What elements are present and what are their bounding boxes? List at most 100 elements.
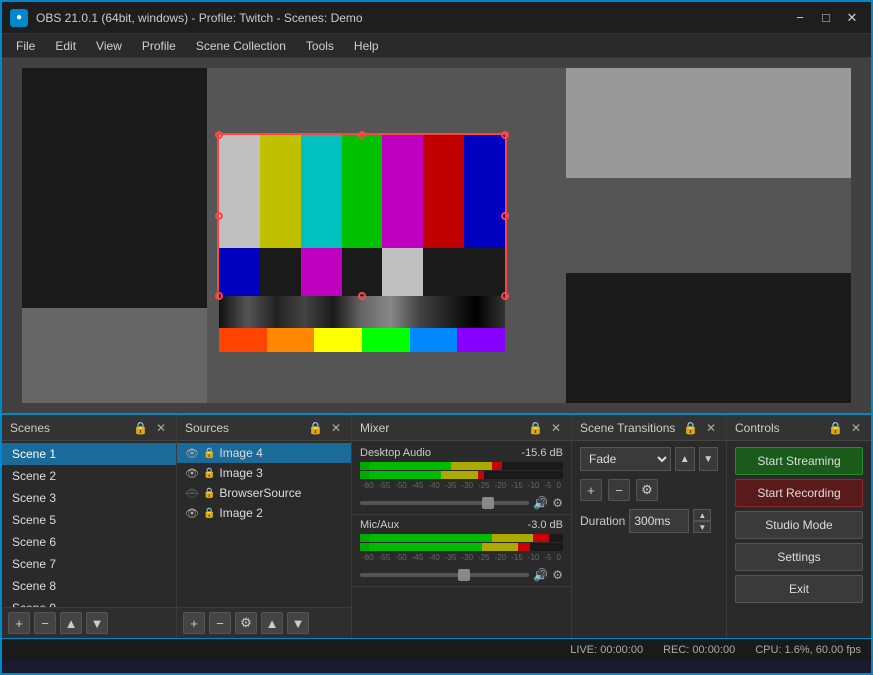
source-label-image2: Image 2	[219, 506, 262, 520]
source-item-image3[interactable]: 👁 🔒 Image 3	[177, 463, 351, 483]
menu-profile[interactable]: Profile	[132, 34, 186, 57]
title-bar: ● OBS 21.0.1 (64bit, windows) - Profile:…	[2, 2, 871, 34]
scenes-remove-button[interactable]: −	[34, 612, 56, 634]
scene-item-9[interactable]: Scene 9	[2, 597, 176, 607]
scene-item-8[interactable]: Scene 8	[2, 575, 176, 597]
sources-add-button[interactable]: +	[183, 612, 205, 634]
lock-icon-image3: 🔒	[203, 468, 215, 479]
sources-footer: + − ⚙ ▲ ▼	[177, 607, 351, 638]
desktop-audio-settings-button[interactable]: ⚙	[552, 496, 563, 510]
duration-input[interactable]	[629, 509, 689, 533]
selection-handle-br[interactable]	[501, 292, 509, 300]
transition-select[interactable]: Fade Cut Swipe Slide Stinger Luma Wipe	[580, 447, 671, 471]
desktop-audio-fader[interactable]	[360, 501, 529, 505]
transition-next-button[interactable]: ▼	[699, 447, 719, 471]
scene-item-6[interactable]: Scene 6	[2, 531, 176, 553]
scenes-up-button[interactable]: ▲	[60, 612, 82, 634]
menu-view[interactable]: View	[86, 34, 132, 57]
maximize-button[interactable]: □	[815, 7, 837, 29]
controls-content: Start Streaming Start Recording Studio M…	[727, 441, 871, 638]
duration-down-button[interactable]: ▼	[693, 521, 711, 533]
controls-close-button[interactable]: ✕	[849, 421, 863, 435]
studio-mode-button[interactable]: Studio Mode	[735, 511, 863, 539]
selection-handle-tm[interactable]	[358, 131, 366, 139]
settings-button[interactable]: Settings	[735, 543, 863, 571]
desktop-audio-mute-button[interactable]: 🔊	[533, 496, 548, 510]
exit-button[interactable]: Exit	[735, 575, 863, 603]
transition-prev-button[interactable]: ▲	[675, 447, 695, 471]
rec-status: REC: 00:00:00	[663, 644, 735, 656]
start-recording-button[interactable]: Start Recording	[735, 479, 863, 507]
sources-list: 👁 🔒 Image 4 👁 🔒 Image 3 👁 🔒 BrowserSourc…	[177, 441, 351, 607]
menu-file[interactable]: File	[6, 34, 45, 57]
preview-canvas	[22, 68, 851, 403]
window-title: OBS 21.0.1 (64bit, windows) - Profile: T…	[36, 11, 789, 25]
selection-handle-mr[interactable]	[501, 212, 509, 220]
scene-item-7[interactable]: Scene 7	[2, 553, 176, 575]
minimize-button[interactable]: −	[789, 7, 811, 29]
selection-handle-tl[interactable]	[215, 131, 223, 139]
menu-edit[interactable]: Edit	[45, 34, 86, 57]
selection-handle-bm[interactable]	[358, 292, 366, 300]
eye-icon-image3[interactable]: 👁	[185, 467, 199, 480]
mic-aux-settings-button[interactable]: ⚙	[552, 568, 563, 582]
sources-lock-button[interactable]: 🔒	[306, 421, 325, 435]
desktop-audio-fader-row: 🔊 ⚙	[360, 496, 563, 510]
sources-settings-button[interactable]: ⚙	[235, 612, 257, 634]
scenes-add-button[interactable]: +	[8, 612, 30, 634]
mixer-lock-button[interactable]: 🔒	[526, 421, 545, 435]
controls-lock-button[interactable]: 🔒	[826, 421, 845, 435]
transitions-content: Fade Cut Swipe Slide Stinger Luma Wipe ▲…	[572, 441, 726, 638]
mixer-close-button[interactable]: ✕	[549, 421, 563, 435]
scenes-list: Scene 1 Scene 2 Scene 3 Scene 5 Scene 6 …	[2, 441, 176, 607]
sources-up-button[interactable]: ▲	[261, 612, 283, 634]
transition-remove-button[interactable]: −	[608, 479, 630, 501]
scenes-lock-button[interactable]: 🔒	[131, 421, 150, 435]
desktop-audio-meter-labels: -60-55-50-45-40-35-30-25-20-15-10-50	[360, 481, 563, 490]
window-controls: − □ ✕	[789, 7, 863, 29]
panels-container: Scenes 🔒 ✕ Scene 1 Scene 2 Scene 3 Scene…	[2, 413, 871, 638]
sources-panel-title: Sources	[185, 421, 229, 435]
menu-help[interactable]: Help	[344, 34, 389, 57]
sources-close-button[interactable]: ✕	[329, 421, 343, 435]
scene-item-2[interactable]: Scene 2	[2, 465, 176, 487]
selection-handle-tr[interactable]	[501, 131, 509, 139]
menu-scene-collection[interactable]: Scene Collection	[186, 34, 296, 57]
scene-item-5[interactable]: Scene 5	[2, 509, 176, 531]
desktop-audio-fader-thumb[interactable]	[482, 497, 494, 509]
sources-down-button[interactable]: ▼	[287, 612, 309, 634]
eye-icon-image2[interactable]: 👁	[185, 507, 199, 520]
scene-item-1[interactable]: Scene 1	[2, 443, 176, 465]
close-button[interactable]: ✕	[841, 7, 863, 29]
transition-settings-button[interactable]: ⚙	[636, 479, 658, 501]
preview-bl-gray	[22, 308, 207, 403]
eye-icon-browser[interactable]: 👁	[185, 487, 199, 500]
mic-aux-mute-button[interactable]: 🔊	[533, 568, 548, 582]
transition-add-button[interactable]: +	[580, 479, 602, 501]
selection-handle-bl[interactable]	[215, 292, 223, 300]
sources-panel-header: Sources 🔒 ✕	[177, 415, 351, 441]
source-item-browser[interactable]: 👁 🔒 BrowserSource	[177, 483, 351, 503]
sources-remove-button[interactable]: −	[209, 612, 231, 634]
source-item-image4[interactable]: 👁 🔒 Image 4	[177, 443, 351, 463]
mic-aux-fader[interactable]	[360, 573, 529, 577]
source-label-image4: Image 4	[219, 446, 262, 460]
mic-aux-fader-thumb[interactable]	[458, 569, 470, 581]
duration-up-button[interactable]: ▲	[693, 509, 711, 521]
lock-icon-image2: 🔒	[203, 508, 215, 519]
cpu-status: CPU: 1.6%, 60.00 fps	[755, 644, 861, 656]
source-item-image2[interactable]: 👁 🔒 Image 2	[177, 503, 351, 523]
scene-item-3[interactable]: Scene 3	[2, 487, 176, 509]
scenes-down-button[interactable]: ▼	[86, 612, 108, 634]
selection-handle-ml[interactable]	[215, 212, 223, 220]
eye-icon-image4[interactable]: 👁	[185, 447, 199, 460]
start-streaming-button[interactable]: Start Streaming	[735, 447, 863, 475]
scenes-close-button[interactable]: ✕	[154, 421, 168, 435]
transitions-close-button[interactable]: ✕	[704, 421, 718, 435]
color-bars-source	[217, 133, 507, 298]
duration-arrows: ▲ ▼	[693, 509, 711, 533]
transitions-panel-header: Scene Transitions 🔒 ✕	[572, 415, 726, 441]
controls-panel-title: Controls	[735, 421, 780, 435]
menu-tools[interactable]: Tools	[296, 34, 344, 57]
transitions-lock-button[interactable]: 🔒	[681, 421, 700, 435]
